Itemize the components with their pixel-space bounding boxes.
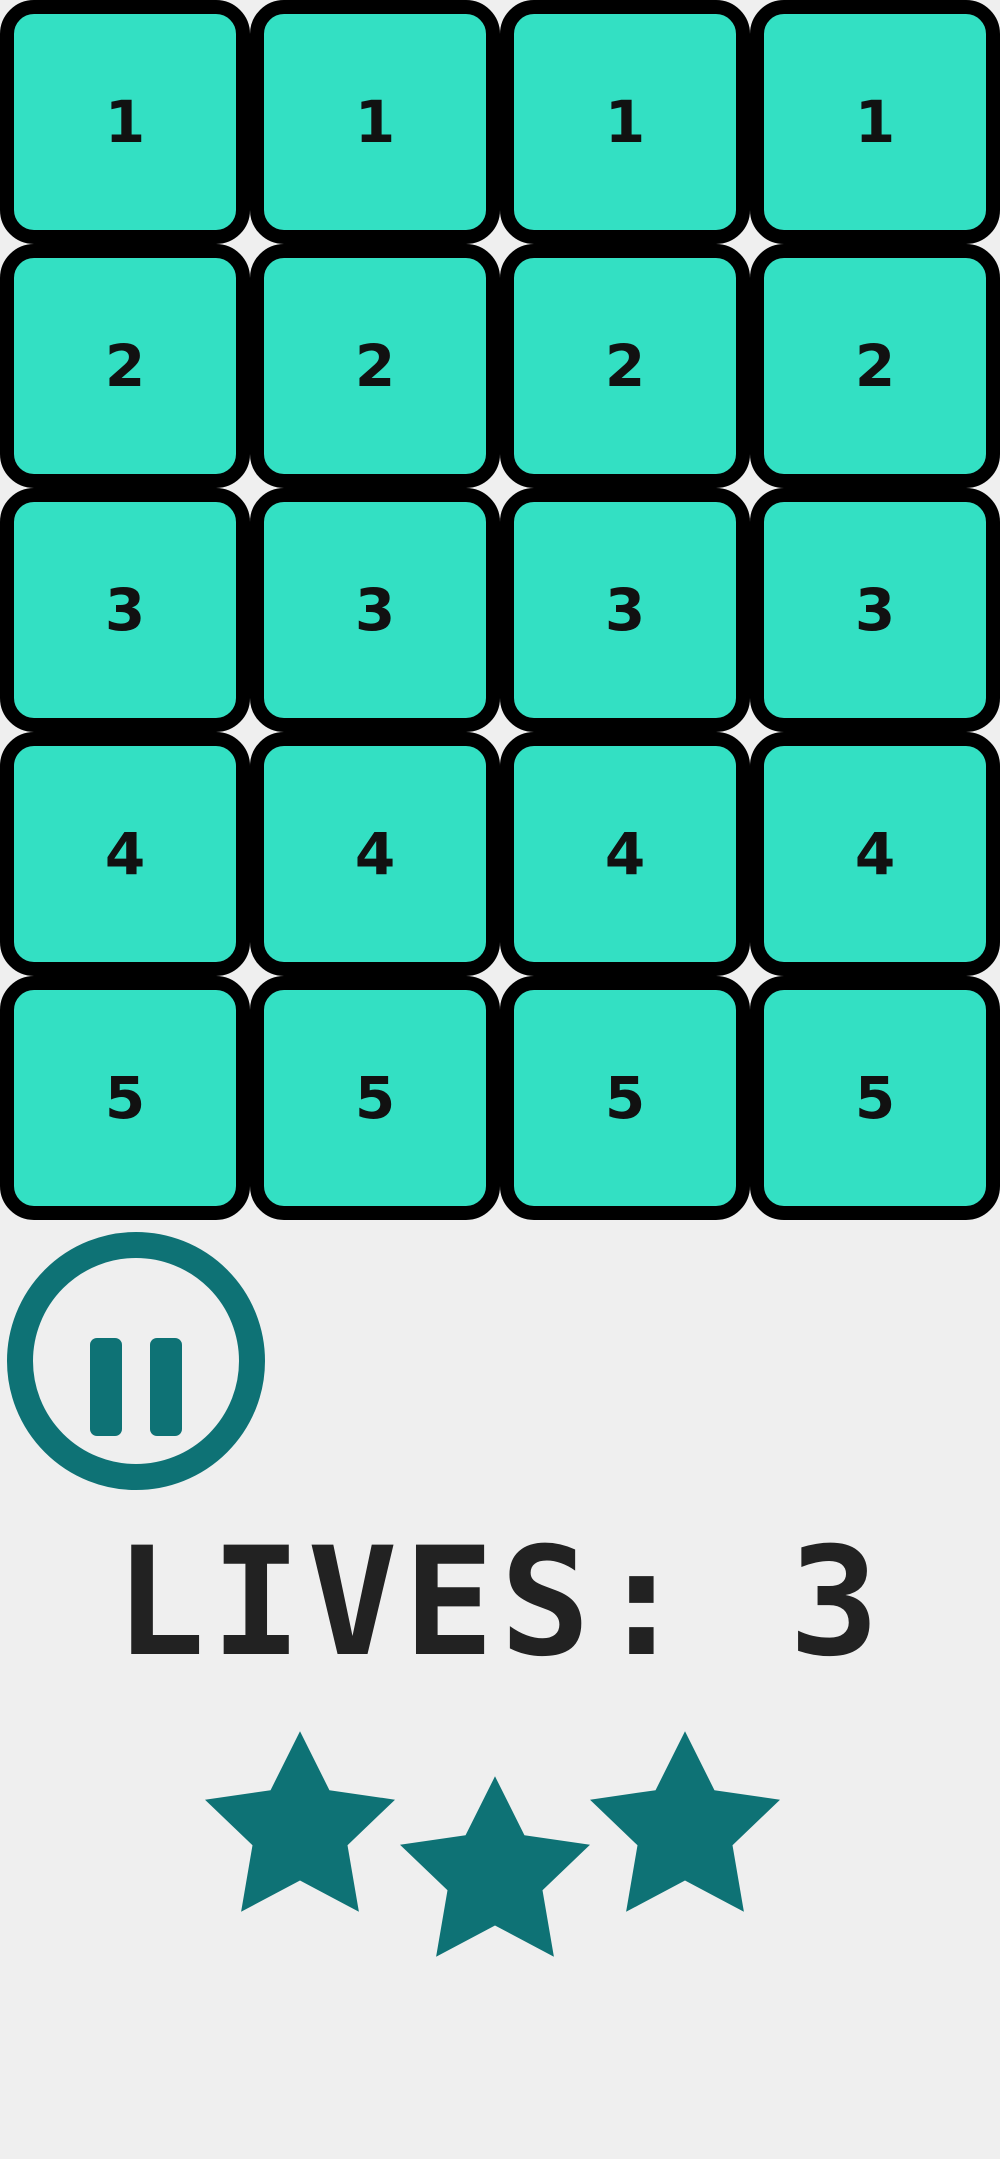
tile[interactable]: 4: [750, 732, 1000, 976]
tile-label: 3: [354, 576, 396, 644]
star-icon: [400, 1776, 590, 1957]
tile-label: 5: [604, 1064, 646, 1132]
tile-label: 4: [604, 820, 646, 888]
tile-label: 4: [854, 820, 896, 888]
tile-label: 1: [854, 88, 896, 156]
tile[interactable]: 5: [250, 976, 500, 1220]
tile[interactable]: 2: [500, 244, 750, 488]
tile-label: 3: [104, 576, 146, 644]
tile-label: 2: [604, 332, 646, 400]
tile[interactable]: 3: [750, 488, 1000, 732]
tile-label: 2: [104, 332, 146, 400]
tile[interactable]: 5: [0, 976, 250, 1220]
tile-label: 3: [854, 576, 896, 644]
tile[interactable]: 4: [0, 732, 250, 976]
tile[interactable]: 3: [0, 488, 250, 732]
tile[interactable]: 1: [750, 0, 1000, 244]
tile[interactable]: 3: [250, 488, 500, 732]
tile[interactable]: 2: [0, 244, 250, 488]
tile[interactable]: 1: [500, 0, 750, 244]
tile[interactable]: 1: [0, 0, 250, 244]
tile[interactable]: 2: [250, 244, 500, 488]
star-rating: [0, 1700, 1000, 1960]
tile[interactable]: 5: [500, 976, 750, 1220]
tile[interactable]: 3: [500, 488, 750, 732]
tile-label: 2: [854, 332, 896, 400]
star-icon: [205, 1731, 395, 1912]
tile-label: 5: [854, 1064, 896, 1132]
tile[interactable]: 2: [750, 244, 1000, 488]
tile-grid: 1 1 1 1 2 2 2 2 3 3 3 3 4 4 4 4 5 5 5 5: [0, 0, 1000, 1220]
tile[interactable]: 1: [250, 0, 500, 244]
tile-label: 5: [104, 1064, 146, 1132]
tile-label: 4: [354, 820, 396, 888]
tile[interactable]: 4: [250, 732, 500, 976]
pause-button[interactable]: [7, 1232, 265, 1490]
tile-label: 1: [104, 88, 146, 156]
tile-label: 1: [604, 88, 646, 156]
tile-label: 5: [354, 1064, 396, 1132]
tile-label: 4: [104, 820, 146, 888]
lives-counter: LIVES: 3: [114, 1516, 886, 1690]
tile-label: 3: [604, 576, 646, 644]
star-icon: [590, 1731, 780, 1912]
tile-label: 1: [354, 88, 396, 156]
tile[interactable]: 4: [500, 732, 750, 976]
tile-label: 2: [354, 332, 396, 400]
tile[interactable]: 5: [750, 976, 1000, 1220]
